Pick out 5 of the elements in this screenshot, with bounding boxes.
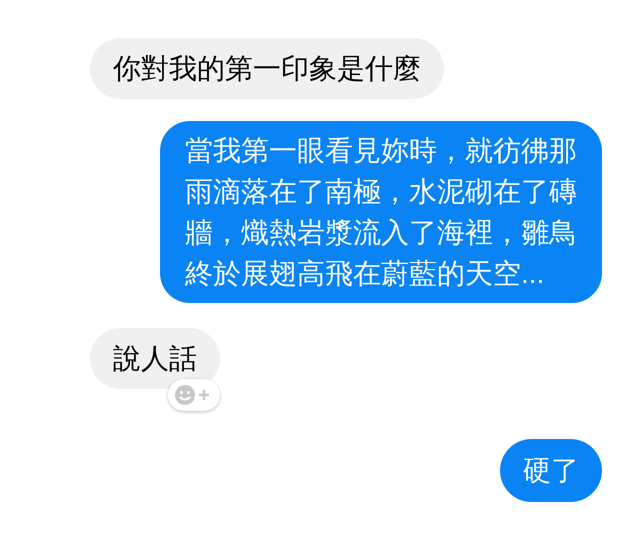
sent-message-bubble: 硬了: [500, 439, 602, 502]
sent-message-bubble: 當我第一眼看見妳時，就彷彿那雨滴落在了南極，水泥砌在了磚牆，熾熱岩漿流入了海裡，雛鳥終於展翅高飛在蔚藍的天空...: [160, 121, 602, 303]
add-reaction-button[interactable]: [168, 379, 220, 411]
received-message-bubble: 說人話: [90, 328, 220, 389]
received-message-bubble: 你對我的第一印象是什麼: [90, 38, 444, 99]
